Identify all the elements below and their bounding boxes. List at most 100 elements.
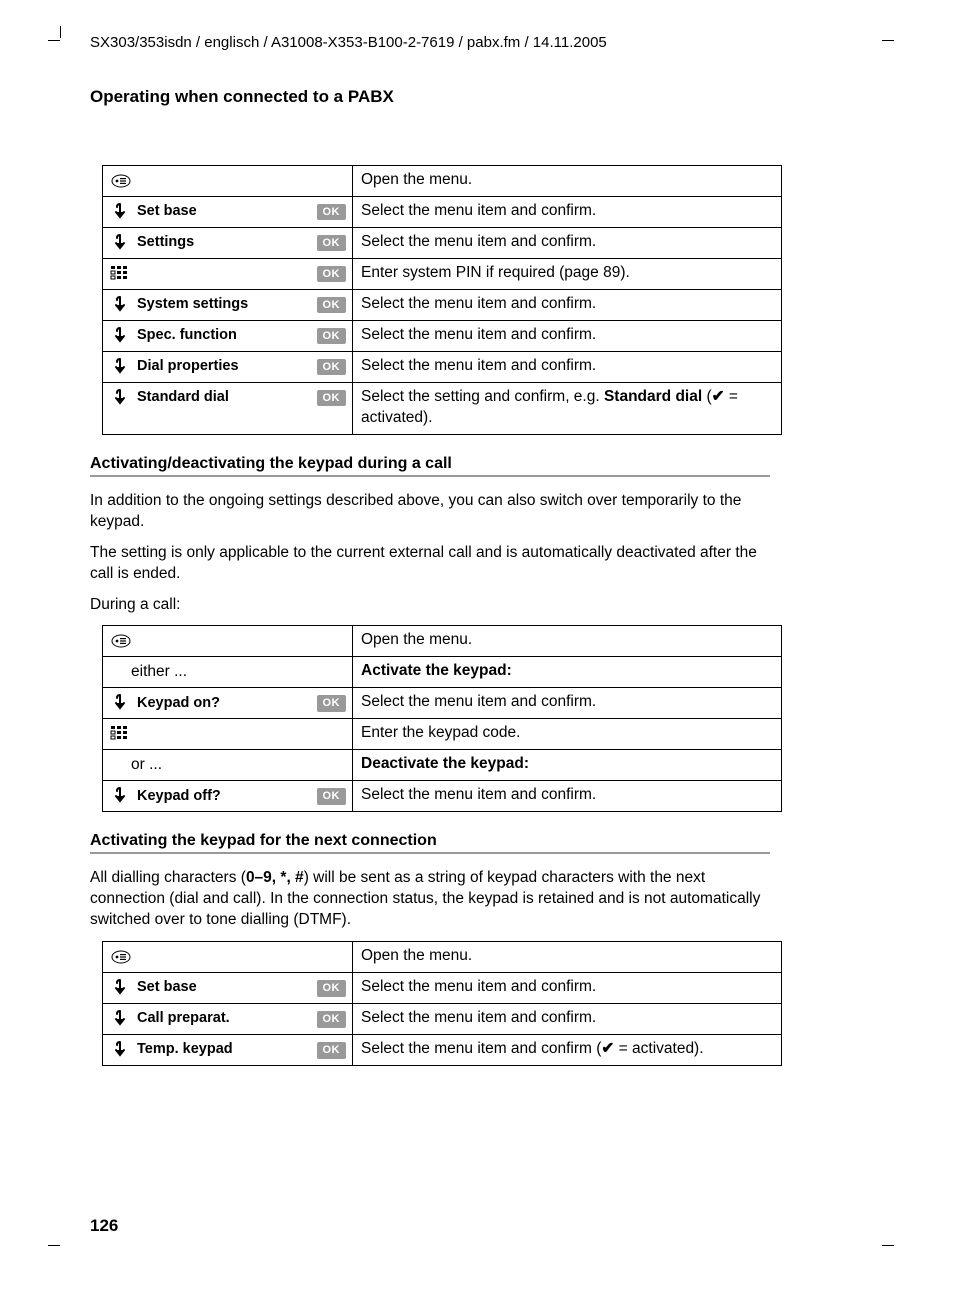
- step-label: Set base: [137, 978, 311, 998]
- step-label: Temp. keypad: [137, 1040, 311, 1060]
- down-arrow-icon: [113, 296, 127, 315]
- step-action-cell: Spec. function OK: [103, 321, 353, 352]
- table-row: Keypad on? OK Select the menu item and con…: [103, 688, 782, 719]
- ok-badge: OK: [317, 266, 347, 283]
- step-description-cell: Select the menu item and confirm.: [353, 290, 782, 321]
- step-description-cell: Enter system PIN if required (page 89).: [353, 259, 782, 290]
- keypad-icon: [110, 265, 130, 283]
- ok-badge: OK: [317, 328, 347, 345]
- down-arrow-icon: [113, 1041, 127, 1060]
- step-label: Standard dial: [137, 388, 311, 408]
- table-row: Dial properties OK Select the menu item an…: [103, 352, 782, 383]
- step-description-cell: Select the menu item and confirm.: [353, 197, 782, 228]
- ok-badge: OK: [317, 980, 347, 997]
- page-number: 126: [90, 1216, 894, 1236]
- step-action-cell: [103, 942, 353, 973]
- step-description-cell: Open the menu.: [353, 166, 782, 197]
- step-action-cell: [103, 719, 353, 750]
- table-row: Open the menu.: [103, 942, 782, 973]
- ok-badge: OK: [317, 235, 347, 252]
- table-row: Open the menu.: [103, 626, 782, 657]
- paragraph: All dialling characters (0–9, *, #) will…: [90, 868, 770, 931]
- procedure-table-3: Open the menu. Set base OK Select the menu …: [102, 941, 782, 1066]
- step-label: Call preparat.: [137, 1009, 311, 1029]
- down-arrow-icon: [113, 234, 127, 253]
- step-action-cell: Call preparat. OK: [103, 1004, 353, 1035]
- subsection-title-2: Activating the keypad for the next conne…: [90, 832, 894, 850]
- ok-badge: OK: [317, 695, 347, 712]
- ok-badge: OK: [317, 1011, 347, 1028]
- keypad-icon: [110, 725, 130, 743]
- branch-label: or ...: [109, 755, 162, 776]
- step-action-cell: Settings OK: [103, 228, 353, 259]
- step-description-cell: Select the menu item and confirm.: [353, 321, 782, 352]
- step-description-cell: Activate the keypad:: [353, 657, 782, 688]
- step-label: System settings: [137, 295, 311, 315]
- step-description-cell: Select the menu item and confirm.: [353, 228, 782, 259]
- step-action-cell: Standard dial OK: [103, 383, 353, 435]
- down-arrow-icon: [113, 1010, 127, 1029]
- subsection-title-1: Activating/deactivating the keypad durin…: [90, 455, 894, 473]
- step-label: Settings: [137, 233, 311, 253]
- step-label: Dial properties: [137, 357, 311, 377]
- table-row: Set baseOKSelect the menu item and confi…: [103, 197, 782, 228]
- step-description-cell: Enter the keypad code.: [353, 719, 782, 750]
- menu-icon: [111, 950, 129, 964]
- step-action-cell: Keypad off? OK: [103, 781, 353, 812]
- ok-badge: OK: [317, 297, 347, 314]
- down-arrow-icon: [113, 203, 127, 222]
- table-row: Temp. keypad OK Select the menu item and c…: [103, 1035, 782, 1066]
- down-arrow-icon: [113, 327, 127, 346]
- divider: [90, 852, 770, 854]
- step-action-cell: or ...: [103, 750, 353, 781]
- step-description-cell: Open the menu.: [353, 942, 782, 973]
- paragraph: During a call:: [90, 595, 770, 616]
- menu-icon: [111, 634, 129, 648]
- step-action-cell: Set base OK: [103, 973, 353, 1004]
- procedure-table-2: Open the menu. either ... Activate the key…: [102, 625, 782, 812]
- step-label: Keypad off?: [137, 787, 311, 807]
- step-description-cell: Select the setting and confirm, e.g. Sta…: [353, 383, 782, 435]
- ok-badge: OK: [317, 788, 347, 805]
- down-arrow-icon: [113, 787, 127, 806]
- paragraph: The setting is only applicable to the cu…: [90, 543, 770, 585]
- ok-badge: OK: [317, 204, 347, 221]
- step-description-cell: Select the menu item and confirm.: [353, 781, 782, 812]
- table-row: OK Enter system PIN if required (page 89)…: [103, 259, 782, 290]
- step-description-cell: Select the menu item and confirm.: [353, 352, 782, 383]
- step-action-cell: System settings OK: [103, 290, 353, 321]
- table-row: Settings OK Select the menu item and confi…: [103, 228, 782, 259]
- step-description-cell: Select the menu item and confirm.: [353, 1004, 782, 1035]
- ok-badge: OK: [317, 359, 347, 376]
- step-label: Spec. function: [137, 326, 311, 346]
- step-description-cell: Open the menu.: [353, 626, 782, 657]
- step-description-cell: Select the menu item and confirm (✔ = ac…: [353, 1035, 782, 1066]
- step-action-cell: [103, 626, 353, 657]
- step-action-cell: Set baseOK: [103, 197, 353, 228]
- section-title: Operating when connected to a PABX: [90, 87, 894, 107]
- procedure-table-1: Open the menu.Set baseOKSelect the menu …: [102, 165, 782, 435]
- table-row: Enter the keypad code.: [103, 719, 782, 750]
- step-action-cell: Dial properties OK: [103, 352, 353, 383]
- table-row: Standard dial OK Select the setting and co…: [103, 383, 782, 435]
- ok-badge: OK: [317, 1042, 347, 1059]
- ok-badge: OK: [317, 390, 347, 407]
- step-label: Keypad on?: [137, 694, 311, 714]
- step-action-cell: Temp. keypad OK: [103, 1035, 353, 1066]
- step-action-cell: OK: [103, 259, 353, 290]
- step-action-cell: [103, 166, 353, 197]
- down-arrow-icon: [113, 694, 127, 713]
- table-row: Call preparat. OK Select the menu item and…: [103, 1004, 782, 1035]
- table-row: or ... Deactivate the keypad:: [103, 750, 782, 781]
- step-description-cell: Deactivate the keypad:: [353, 750, 782, 781]
- menu-icon: [111, 174, 129, 188]
- branch-label: either ...: [109, 662, 187, 683]
- table-row: either ... Activate the keypad:: [103, 657, 782, 688]
- table-row: Keypad off? OK Select the menu item and co…: [103, 781, 782, 812]
- paragraph: In addition to the ongoing settings desc…: [90, 491, 770, 533]
- step-action-cell: Keypad on? OK: [103, 688, 353, 719]
- step-description-cell: Select the menu item and confirm.: [353, 688, 782, 719]
- step-description-cell: Select the menu item and confirm.: [353, 973, 782, 1004]
- down-arrow-icon: [113, 358, 127, 377]
- table-row: Open the menu.: [103, 166, 782, 197]
